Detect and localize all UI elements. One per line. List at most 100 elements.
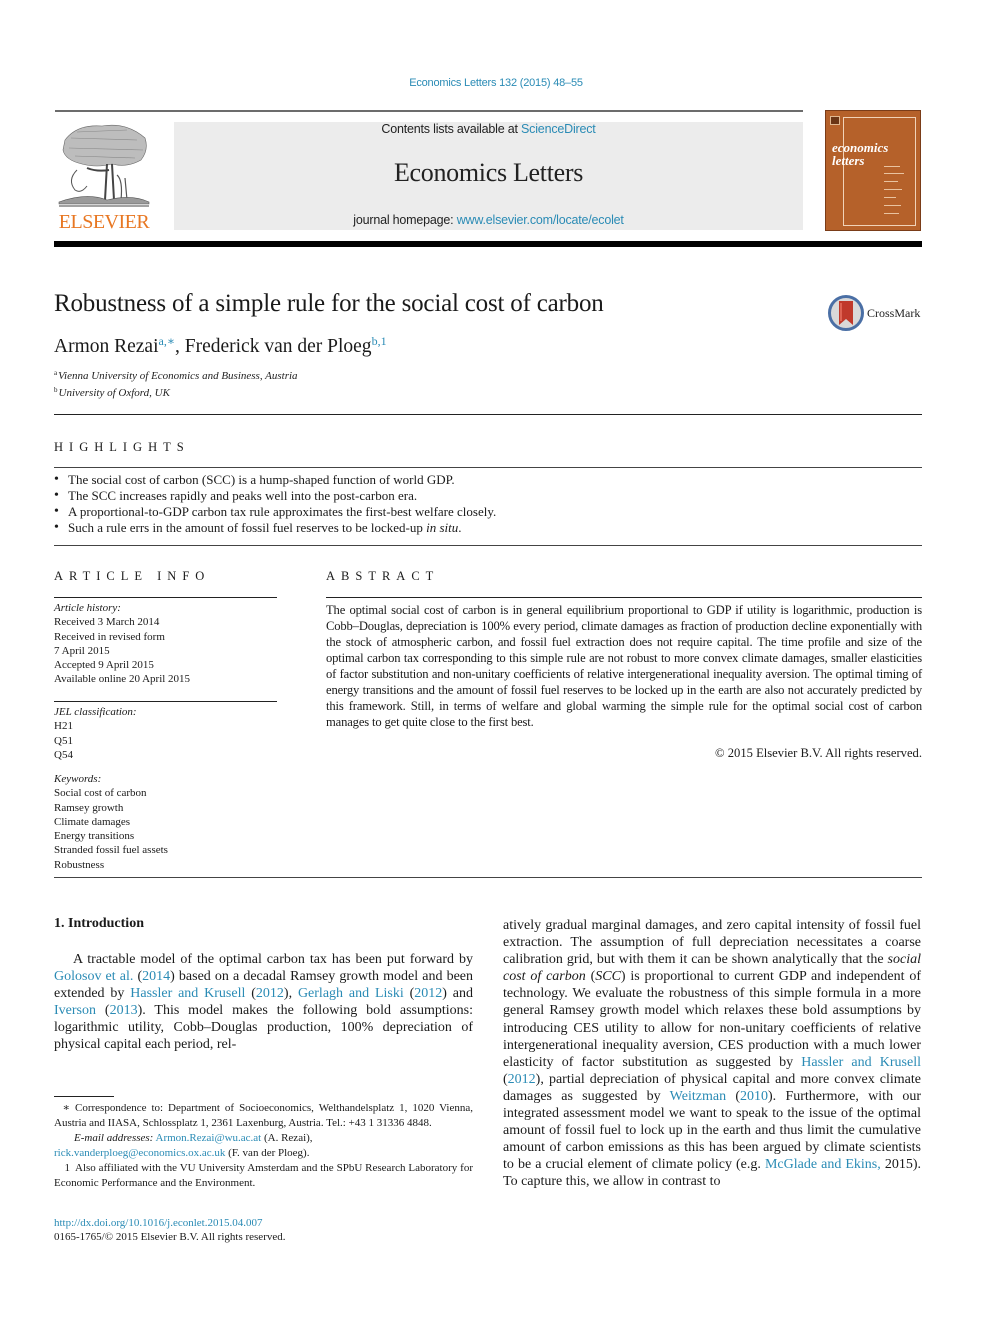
author-affiliation-marks[interactable]: a,∗ [159, 334, 175, 348]
history-entry: Received 3 March 2014 [54, 616, 160, 629]
keyword: Energy transitions [54, 830, 135, 843]
article-history: Article history: Received 3 March 2014 R… [54, 601, 190, 687]
cover-text-line [884, 173, 904, 174]
jel-label: JEL classification: [54, 706, 137, 718]
cover-text-line [884, 189, 902, 190]
citation-link[interactable]: Hassler and Krusell [130, 986, 245, 1001]
body-text: ( [403, 986, 415, 1002]
history-entry: Accepted 9 April 2015 [54, 659, 154, 672]
affiliation-mark: a [54, 369, 58, 377]
highlights-top-rule [54, 467, 922, 468]
body-text: ), [283, 986, 298, 1002]
cover-text-line [884, 197, 896, 198]
crossmark-button[interactable]: CrossMark [826, 295, 926, 333]
citation-link[interactable]: Weitzman [670, 1089, 726, 1104]
cover-text-line [884, 205, 901, 206]
introduction-column-right: atively gradual marginal damages, and ze… [503, 917, 921, 1191]
journal-cover-image[interactable]: economics letters [825, 110, 921, 231]
email-link-rezai[interactable]: Armon.Rezai@wu.ac.at [156, 1132, 262, 1144]
cover-title: economics letters [832, 141, 888, 167]
article-info-rule [54, 597, 277, 598]
journal-header-box: Contents lists available at ScienceDirec… [174, 122, 803, 230]
paper-title: Robustness of a simple rule for the soci… [54, 290, 604, 317]
highlight-item: The social cost of carbon (SCC) is a hum… [54, 472, 496, 488]
sciencedirect-link[interactable]: ScienceDirect [521, 122, 596, 136]
jel-code: Q54 [54, 748, 73, 761]
contents-prefix: Contents lists available at [381, 122, 522, 136]
author-separator: , [175, 336, 185, 357]
keyword: Ramsey growth [54, 801, 124, 814]
journal-name: Economics Letters [393, 158, 584, 187]
front-matter-bottom-rule [54, 877, 922, 878]
section-divider [54, 414, 922, 415]
homepage-prefix: journal homepage: [353, 213, 457, 227]
doi-link[interactable]: http://dx.doi.org/10.1016/j.econlet.2015… [54, 1216, 286, 1230]
citation-link[interactable]: 2012 [508, 1072, 536, 1087]
highlight-text: A proportional-to-GDP carbon tax rule ap… [68, 504, 497, 519]
highlight-item: Such a rule errs in the amount of fossil… [54, 520, 496, 536]
cover-mini-logo [830, 116, 840, 125]
cover-text-line [884, 213, 899, 214]
body-text: ( [96, 1003, 110, 1019]
jel-classification: JEL classification: H21 Q51 Q54 [54, 705, 137, 762]
introduction-column-left: A tractable model of the optimal carbon … [54, 951, 473, 1054]
citation-link[interactable]: Iverson [54, 1003, 96, 1018]
journal-homepage-link[interactable]: www.elsevier.com/locate/ecolet [457, 213, 624, 227]
email-label: E-mail addresses: [74, 1132, 154, 1144]
footnote-rule [54, 1096, 114, 1097]
citation-link[interactable]: Hassler and Krusell [801, 1055, 921, 1070]
footnote-star-mark: ∗ [62, 1102, 70, 1114]
article-history-label: Article history: [54, 602, 121, 614]
footnote-affiliation: 1 Also affiliated with the VU University … [54, 1161, 473, 1191]
email-link-vanderploeg[interactable]: rick.vanderploeg@economics.ox.ac.uk [54, 1147, 225, 1159]
body-text: atively gradual marginal damages, and ze… [503, 918, 921, 968]
keywords-label: Keywords: [54, 773, 102, 785]
elsevier-wordmark: ELSEVIER [58, 211, 150, 233]
keyword: Climate damages [54, 815, 131, 828]
keywords: Keywords: Social cost of carbon Ramsey g… [54, 772, 168, 872]
affiliation-text: University of Oxford, UK [58, 387, 170, 399]
body-text: ( [726, 1088, 741, 1104]
elsevier-logo[interactable]: ELSEVIER [54, 120, 154, 233]
footnote-correspondence: ∗ Correspondence to: Department of Socioe… [54, 1101, 473, 1131]
cover-text-line [884, 166, 900, 167]
header-top-rule [55, 110, 803, 112]
cover-title-line2: letters [832, 153, 865, 168]
abstract-text: The optimal social cost of carbon is in … [326, 603, 922, 729]
footnote-text: Also affiliated with the VU University A… [54, 1162, 473, 1189]
citation-link[interactable]: 2014 [142, 969, 170, 984]
keyword: Stranded fossil fuel assets [54, 844, 168, 857]
author-name: Frederick van der Ploeg [184, 336, 372, 357]
citation-link[interactable]: 2010 [740, 1089, 768, 1104]
citation-link[interactable]: Gerlagh and Liski [298, 986, 404, 1001]
highlight-text-end: . [458, 520, 462, 535]
author-affiliation-marks[interactable]: b,1 [372, 334, 387, 348]
citation-link[interactable]: 2012 [414, 986, 442, 1001]
highlights-heading: HIGHLIGHTS [54, 440, 190, 454]
footnote-text: Correspondence to: Department of Socioec… [54, 1102, 473, 1129]
italic-text: SCC [595, 969, 621, 985]
crossmark-label: CrossMark [867, 306, 921, 320]
citation-link[interactable]: 2013 [110, 1003, 138, 1018]
citation-link[interactable]: 2012 [256, 986, 284, 1001]
body-text: ( [133, 969, 143, 985]
abstract-rule [326, 597, 922, 598]
keyword: Social cost of carbon [54, 787, 147, 800]
author-name: Armon Rezai [54, 336, 159, 357]
introduction-heading: 1. Introduction [54, 916, 144, 931]
journal-citation-link[interactable]: Economics Letters 132 (2015) 48–55 [0, 77, 992, 89]
cover-frame [843, 117, 916, 226]
highlight-text: Such a rule errs in the amount of fossil… [68, 520, 427, 535]
footnote-emails: E-mail addresses: Armon.Rezai@wu.ac.at (… [54, 1131, 473, 1146]
body-text: A tractable model of the optimal carbon … [73, 952, 473, 967]
highlight-item: The SCC increases rapidly and peaks well… [54, 488, 496, 504]
citation-link[interactable]: Golosov et al. [54, 969, 133, 984]
highlight-text: The social cost of carbon (SCC) is a hum… [68, 472, 455, 487]
body-text: ) and [442, 986, 473, 1002]
doi-block: http://dx.doi.org/10.1016/j.econlet.2015… [54, 1216, 286, 1244]
journal-homepage-line: journal homepage: www.elsevier.com/locat… [174, 213, 803, 227]
citation-link[interactable]: McGlade and Ekins, [765, 1157, 881, 1172]
crossmark-icon [828, 295, 864, 331]
highlight-text: The SCC increases rapidly and peaks well… [68, 488, 418, 503]
affiliation-a: aVienna University of Economics and Busi… [54, 369, 298, 382]
